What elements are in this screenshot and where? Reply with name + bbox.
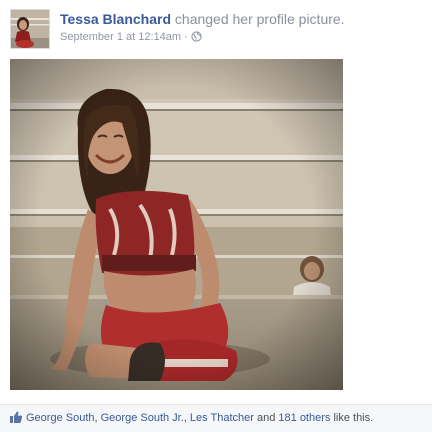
likes-and: and	[253, 412, 279, 424]
profile-photo[interactable]	[10, 59, 343, 390]
likes-summary: George South, George South Jr., Les That…	[0, 404, 432, 432]
liker-link[interactable]: George South	[26, 412, 95, 424]
story-meta: September 1 at 12:14am ·	[60, 30, 420, 46]
thumbs-up-icon	[9, 410, 23, 429]
author-name-link[interactable]: Tessa Blanchard	[60, 11, 171, 27]
story-action: changed her profile picture.	[171, 11, 345, 27]
story-header: Tessa Blanchard changed her profile pict…	[60, 11, 420, 46]
profile-thumbnail	[11, 10, 49, 48]
liker-link[interactable]: Les Thatcher	[190, 412, 254, 424]
timestamp-link[interactable]: September 1 at 12:14am	[60, 31, 181, 43]
meta-separator: ·	[181, 31, 191, 43]
globe-icon[interactable]	[191, 31, 202, 46]
author-avatar[interactable]	[10, 9, 50, 49]
likes-suffix: like this.	[330, 412, 374, 424]
liker-link[interactable]: George South Jr.	[101, 412, 184, 424]
others-link[interactable]: 181 others	[278, 412, 330, 424]
story-title: Tessa Blanchard changed her profile pict…	[60, 11, 420, 28]
photo-image	[10, 59, 343, 390]
feed-story: Tessa Blanchard changed her profile pict…	[0, 0, 432, 432]
